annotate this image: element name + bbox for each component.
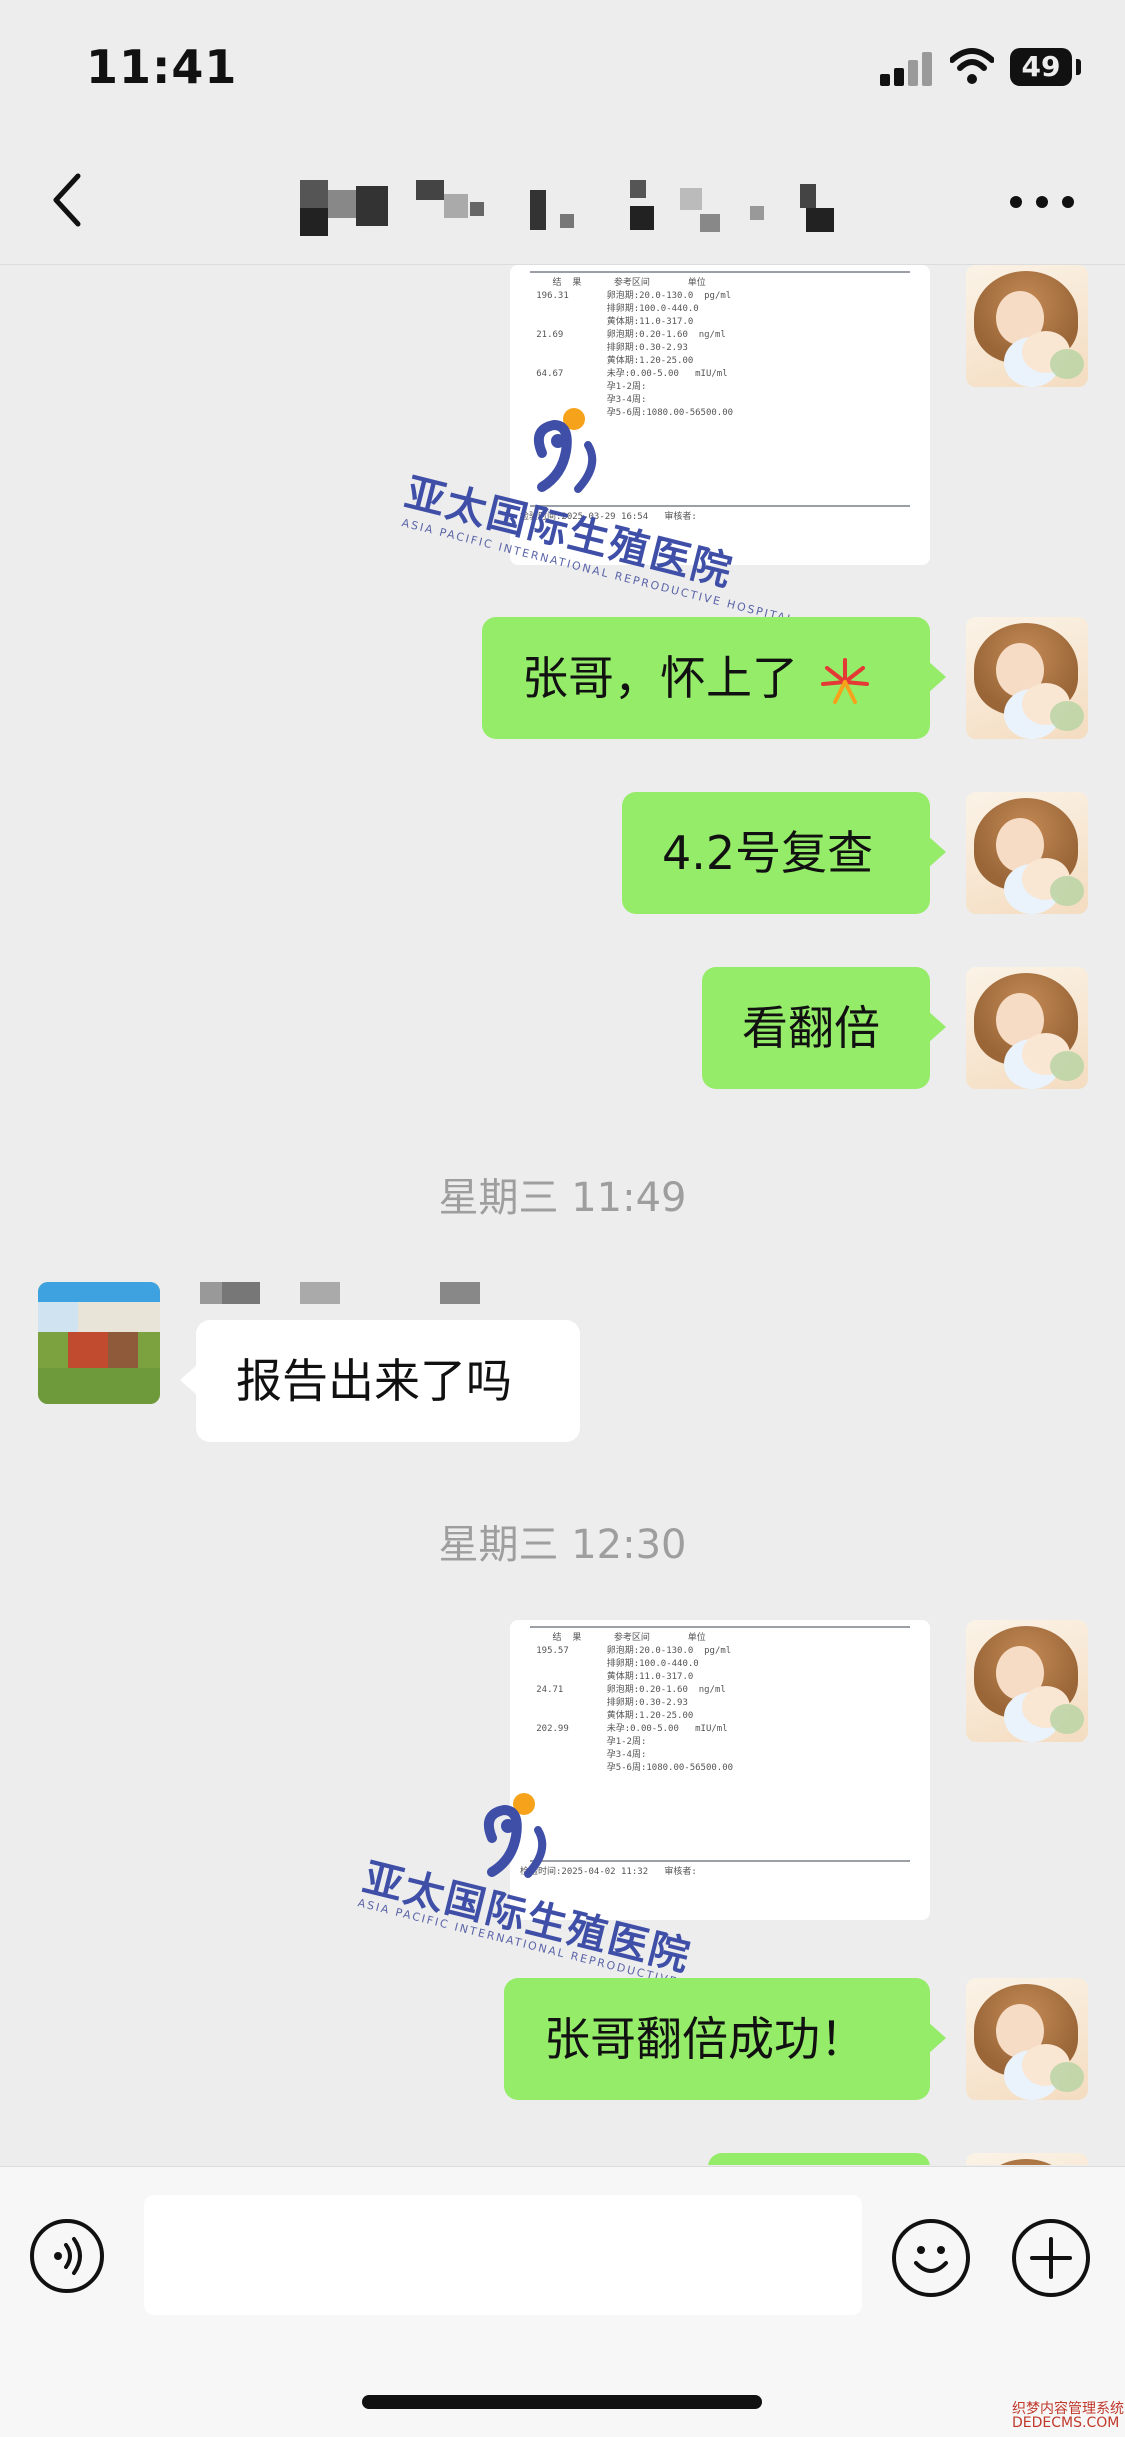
more-functions-button[interactable]	[1012, 2219, 1090, 2297]
plus-icon	[1030, 2237, 1072, 2279]
my-avatar[interactable]	[966, 265, 1088, 387]
message-input[interactable]	[144, 2195, 862, 2315]
my-avatar[interactable]	[966, 967, 1088, 1089]
message-bubble-partial[interactable]	[708, 2153, 930, 2165]
message-text: 张哥，怀上了	[522, 651, 798, 705]
chat-title-redacted	[300, 180, 840, 236]
message-list: 结 果 参考区间 单位 196.31 卵泡期:20.0-130.0 pg/ml …	[0, 265, 1125, 2165]
back-icon[interactable]	[44, 170, 94, 230]
cellular-signal-icon	[880, 52, 936, 86]
wifi-icon	[950, 48, 994, 84]
lab-report-image[interactable]: 结 果 参考区间 单位 195.57 卵泡期:20.0-130.0 pg/ml …	[510, 1620, 930, 1920]
message-text: 4.2号复查	[662, 826, 874, 880]
battery-indicator: 49	[1010, 48, 1072, 86]
corner-watermark-line2: DEDECMS.COM	[1012, 2415, 1120, 2431]
my-avatar[interactable]	[966, 1978, 1088, 2100]
more-options-icon[interactable]	[1010, 192, 1082, 212]
my-avatar[interactable]	[966, 792, 1088, 914]
message-text: 报告出来了吗	[236, 1354, 512, 1408]
status-bar: 11:41 49	[0, 0, 1125, 140]
voice-icon	[54, 2237, 82, 2275]
battery-tip	[1076, 59, 1081, 75]
status-time: 11:41	[86, 40, 238, 94]
message-input-bar	[0, 2166, 1125, 2437]
my-avatar[interactable]	[966, 1620, 1088, 1742]
message-timestamp: 星期三 12:30	[438, 1522, 687, 1568]
my-avatar[interactable]	[966, 2153, 1088, 2165]
hospital-logo-icon	[534, 408, 597, 493]
message-bubble[interactable]: 张哥翻倍成功！	[504, 1978, 946, 2100]
smiley-icon	[914, 2246, 948, 2273]
message-timestamp: 星期三 11:49	[438, 1175, 687, 1221]
voice-input-button[interactable]	[30, 2219, 104, 2293]
message-bubble[interactable]: 4.2号复查	[622, 792, 946, 914]
my-avatar[interactable]	[966, 617, 1088, 739]
corner-watermark-line1: 织梦内容管理系统	[1012, 2401, 1124, 2417]
chat-header	[0, 140, 1125, 265]
home-indicator[interactable]	[362, 2395, 762, 2409]
message-bubble[interactable]: 张哥，怀上了	[482, 617, 946, 739]
hospital-logo-icon	[484, 1793, 547, 1878]
fireworks-emoji-icon	[820, 657, 869, 704]
message-bubble[interactable]: 报告出来了吗	[180, 1320, 580, 1442]
emoji-button[interactable]	[892, 2219, 970, 2297]
message-text: 张哥翻倍成功！	[544, 2012, 866, 2066]
message-bubble[interactable]: 看翻倍	[702, 967, 946, 1089]
message-text: 看翻倍	[742, 1001, 880, 1055]
corner-watermark: 织梦内容管理系统 DEDECMS.COM	[1012, 2402, 1124, 2430]
contact-avatar[interactable]	[38, 1282, 160, 1404]
